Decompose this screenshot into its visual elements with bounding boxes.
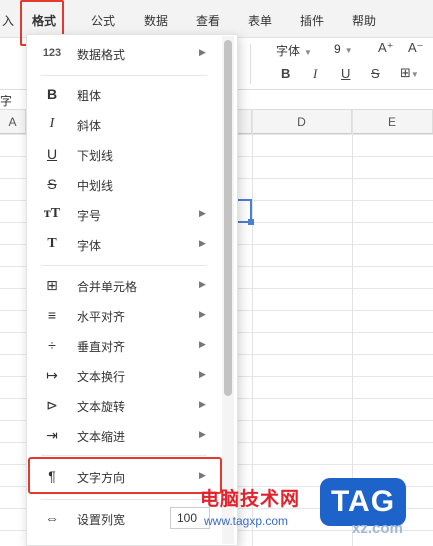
menu-item-label: 文本旋转 [77, 400, 126, 414]
text-rotate-icon: ⊳ [46, 397, 58, 413]
menu-item-label: 文本换行 [77, 370, 126, 384]
menu-item-merge-cells[interactable]: ⊞ 合并单元格 ▶ [27, 270, 223, 300]
chevron-right-icon: ▶ [199, 279, 206, 289]
text-wrap-icon: ↦ [46, 367, 58, 383]
menu-item-text-wrap[interactable]: ↦ 文本换行 ▶ [27, 360, 223, 390]
bold-icon: B [46, 86, 58, 102]
italic-icon: I [49, 116, 55, 131]
underline-button[interactable]: U [341, 66, 350, 81]
strikethrough-icon: S [47, 176, 57, 192]
column-width-icon: ⇔ [45, 510, 59, 526]
highlight-text-direction [28, 457, 222, 494]
menu-item-label: 设置列宽 [77, 513, 126, 527]
cell-name-partial: 字 [0, 94, 13, 108]
font-family-value: 字体 [276, 44, 301, 58]
menu-item-underline[interactable]: U 下划线 [27, 139, 223, 169]
menu-bar: 入 格式 公式 数据 查看 表单 插件 帮助 [0, 0, 433, 38]
chevron-down-icon: ▼ [344, 46, 353, 55]
menu-item-bold[interactable]: B 粗体 [27, 79, 223, 109]
underline-icon: U [46, 146, 58, 162]
menu-view[interactable]: 查看 [196, 12, 220, 29]
horizontal-align-icon: ≡ [47, 307, 57, 323]
chevron-right-icon: ▶ [199, 309, 206, 319]
menu-item-label: 下划线 [77, 149, 114, 163]
menu-scrollbar-thumb[interactable] [224, 40, 232, 396]
chevron-right-icon: ▶ [199, 238, 206, 248]
menu-item-label: 垂直对齐 [77, 340, 126, 354]
watermark-xz: xz.com [352, 520, 403, 537]
menu-item-label: 水平对齐 [77, 310, 126, 324]
increase-font-button[interactable]: A⁺ [378, 40, 394, 56]
column-header-d[interactable]: D [252, 110, 352, 134]
menu-item-label: 中划线 [77, 179, 114, 193]
merge-cells-icon: ⊞ [46, 277, 58, 293]
border-icon[interactable]: ⊞▼ [400, 65, 419, 81]
bold-button[interactable]: B [281, 66, 290, 81]
menu-item-font-size[interactable]: тT 字号 ▶ [27, 199, 223, 229]
chevron-right-icon: ▶ [199, 47, 206, 57]
number-format-icon: 123 [42, 47, 62, 59]
menu-item-italic[interactable]: I 斜体 [27, 109, 223, 139]
chevron-right-icon: ▶ [199, 399, 206, 409]
menu-item-label: 合并单元格 [77, 280, 138, 294]
toolbar-divider [250, 44, 251, 84]
italic-button[interactable]: I [313, 66, 317, 82]
menu-item-label: 文本缩进 [77, 430, 126, 444]
column-header-e[interactable]: E [352, 110, 433, 134]
menu-item-number-format[interactable]: 123 数据格式 ▶ [27, 38, 223, 68]
menu-item-text-rotate[interactable]: ⊳ 文本旋转 ▶ [27, 390, 223, 420]
chevron-right-icon: ▶ [199, 369, 206, 379]
chevron-right-icon: ▶ [199, 339, 206, 349]
menu-item-label: 斜体 [77, 119, 102, 133]
menu-divider [41, 265, 207, 266]
menu-item-label: 数据格式 [77, 48, 126, 62]
menu-divider [41, 499, 207, 500]
menu-divider [41, 75, 207, 76]
menu-item-label: 字号 [77, 209, 102, 223]
menu-plugins[interactable]: 插件 [300, 12, 324, 29]
menu-item-font[interactable]: T 字体 ▶ [27, 229, 223, 259]
font-size-select[interactable]: 9 ▼ [334, 42, 353, 56]
menu-item-vertical-align[interactable]: ÷ 垂直对齐 ▶ [27, 330, 223, 360]
watermark-tag-logo: TAG [320, 478, 406, 526]
font-size-icon: тT [43, 206, 61, 221]
fill-handle[interactable] [248, 219, 254, 225]
grid-column-line [252, 110, 253, 546]
chevron-right-icon: ▶ [199, 208, 206, 218]
vertical-align-icon: ÷ [48, 337, 56, 353]
chevron-down-icon: ▼ [304, 48, 312, 57]
watermark-site-name: 电脑技术网 [200, 489, 301, 510]
font-icon: T [47, 236, 57, 251]
menu-form[interactable]: 表单 [248, 12, 272, 29]
column-header-a[interactable]: A [0, 110, 26, 134]
font-size-value: 9 [334, 42, 341, 56]
strikethrough-button[interactable]: S [371, 66, 380, 81]
text-indent-icon: ⇥ [46, 427, 58, 443]
menu-formula[interactable]: 公式 [91, 12, 115, 29]
menu-item-text-indent[interactable]: ⇥ 文本缩进 ▶ [27, 420, 223, 450]
menu-item-horizontal-align[interactable]: ≡ 水平对齐 ▶ [27, 300, 223, 330]
menu-item-label: 字体 [77, 239, 102, 253]
menu-item-strikethrough[interactable]: S 中划线 [27, 169, 223, 199]
chevron-right-icon: ▶ [199, 429, 206, 439]
column-header-c[interactable] [238, 110, 252, 134]
decrease-font-button[interactable]: A⁻ [408, 40, 424, 56]
menu-insert[interactable]: 入 [2, 12, 14, 29]
menu-data[interactable]: 数据 [144, 12, 168, 29]
menu-divider [41, 455, 207, 456]
watermark-url: www.tagxp.com [204, 514, 289, 528]
menu-help[interactable]: 帮助 [352, 12, 376, 29]
menu-item-label: 粗体 [77, 89, 102, 103]
font-family-select[interactable]: 字体 ▼ [276, 42, 312, 59]
